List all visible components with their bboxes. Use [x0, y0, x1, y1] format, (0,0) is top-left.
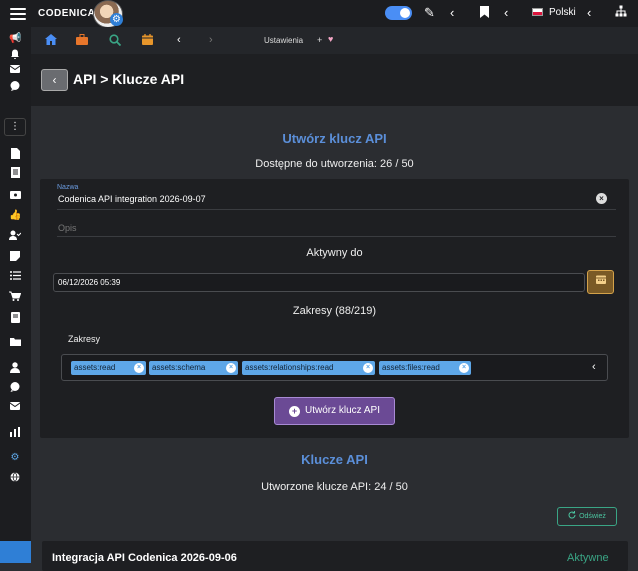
chevron-left-icon[interactable]: ‹ [504, 5, 508, 21]
name-field[interactable]: Codenica API integration 2026-09-07 [58, 194, 206, 204]
file-icon[interactable] [9, 148, 21, 160]
scopes-label: Zakresy [68, 334, 101, 344]
name-field-label: Nazwa [57, 184, 79, 191]
scope-chip[interactable]: assets:relationships:read × [242, 361, 375, 375]
api-key-name: Integracja API Codenica 2026-09-06 [52, 552, 237, 564]
chat-icon[interactable] [9, 81, 21, 93]
user-icon[interactable] [9, 362, 21, 374]
chevron-left-icon[interactable]: ‹ [587, 5, 591, 21]
divider [57, 209, 616, 210]
create-api-key-button[interactable]: + Utwórz klucz API [274, 397, 395, 425]
add-favorite-icon[interactable]: + [317, 35, 322, 45]
scopes-select[interactable]: assets:read × assets:schema × assets:relat… [61, 354, 608, 381]
folder-icon[interactable] [9, 337, 21, 349]
sticky-note-icon[interactable] [9, 251, 21, 263]
breadcrumb[interactable]: Ustawienia [264, 36, 303, 45]
calendar-icon[interactable] [142, 34, 153, 49]
megaphone-icon[interactable]: 📢 [9, 33, 21, 45]
create-key-form: Nazwa Codenica API integration 2026-09-0… [40, 179, 629, 438]
refresh-icon [568, 511, 576, 519]
poland-flag-icon [532, 8, 543, 16]
settings-gear-icon[interactable]: ⚙ [9, 452, 21, 464]
clear-icon[interactable]: × [596, 193, 607, 204]
chevron-left-icon[interactable]: ‹ [592, 361, 596, 373]
scope-chip-label: assets:relationships:read [245, 363, 334, 372]
search-icon[interactable] [109, 34, 122, 50]
status-badge: Aktywne [567, 552, 609, 564]
description-field[interactable]: Opis [58, 223, 77, 233]
home-icon[interactable] [45, 34, 57, 49]
bookmark-icon[interactable] [479, 5, 490, 23]
scope-chip[interactable]: assets:read × [71, 361, 146, 375]
paint-brush-icon[interactable]: ✎ [424, 5, 435, 21]
create-api-key-label: Utwórz klucz API [304, 405, 381, 416]
back-button[interactable]: ‹ [41, 69, 68, 91]
sidebar-footer [0, 541, 31, 563]
available-count: Dostępne do utworzenia: 26 / 50 [255, 158, 414, 170]
main-content: Utwórz klucz API Dostępne do utworzenia:… [31, 106, 638, 571]
refresh-button[interactable]: Odśwież [557, 507, 617, 526]
remove-scope-icon[interactable]: × [459, 363, 469, 373]
document-icon[interactable] [9, 167, 21, 179]
more-vertical-icon[interactable]: ⋮ [4, 118, 26, 136]
comment-icon[interactable] [9, 382, 21, 394]
user-check-icon[interactable] [9, 230, 22, 242]
chevron-left-icon[interactable]: ‹ [450, 5, 454, 21]
theme-toggle[interactable] [385, 6, 412, 20]
scope-chip[interactable]: assets:schema × [149, 361, 238, 375]
calendar-picker-button[interactable] [587, 270, 614, 294]
bell-icon[interactable] [9, 49, 21, 61]
list-icon[interactable] [9, 271, 21, 283]
scope-chip-label: assets:files:read [382, 363, 440, 372]
created-keys-count: Utworzone klucze API: 24 / 50 [261, 481, 408, 493]
divider [57, 236, 616, 237]
plus-circle-icon: + [288, 406, 300, 417]
remove-scope-icon[interactable]: × [363, 363, 373, 373]
page-header: ‹ API > Klucze API [31, 54, 638, 106]
api-key-card[interactable]: Integracja API Codenica 2026-09-06 Aktyw… [42, 541, 628, 571]
language-selector[interactable]: Polski [549, 7, 576, 18]
thumbs-up-icon[interactable]: 👍 [9, 210, 21, 222]
scopes-heading: Zakresy (88/219) [292, 305, 377, 317]
scope-chip-label: assets:read [74, 363, 116, 372]
book-icon[interactable] [9, 312, 21, 324]
ticket-icon[interactable] [9, 191, 21, 203]
secondary-toolbar: ‹ › Ustawienia + ♥ [31, 27, 638, 54]
bar-chart-icon[interactable] [9, 427, 21, 439]
active-until-label: Aktywny do [306, 247, 363, 259]
scope-chip-label: assets:schema [152, 363, 206, 372]
brand-name: CODENICA [38, 8, 96, 19]
envelope-icon[interactable] [9, 65, 21, 77]
scope-chip[interactable]: assets:files:read × [379, 361, 471, 375]
chevron-right-icon[interactable]: › [209, 34, 213, 47]
gear-icon[interactable]: ⚙ [110, 13, 123, 26]
globe-icon[interactable] [9, 472, 21, 484]
refresh-label: Odśwież [579, 513, 606, 520]
heart-icon[interactable]: ♥ [328, 34, 333, 44]
api-keys-title: Klucze API [301, 452, 368, 467]
briefcase-icon[interactable] [76, 34, 88, 49]
menu-icon[interactable] [10, 7, 26, 20]
cart-icon[interactable] [9, 291, 22, 303]
page-title: API > Klucze API [73, 71, 185, 87]
sidebar: 📢 ⋮ 👍 ⚙ [0, 27, 31, 563]
remove-scope-icon[interactable]: × [226, 363, 236, 373]
create-key-title: Utwórz klucz API [282, 131, 387, 146]
remove-scope-icon[interactable]: × [134, 363, 144, 373]
active-until-input[interactable]: 06/12/2026 05:39 [53, 273, 585, 292]
sitemap-icon[interactable] [615, 5, 627, 21]
chevron-left-icon[interactable]: ‹ [177, 34, 181, 47]
envelope-icon[interactable] [9, 402, 21, 414]
